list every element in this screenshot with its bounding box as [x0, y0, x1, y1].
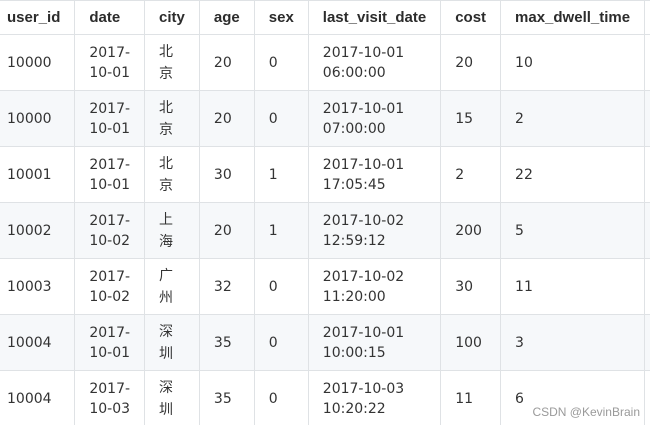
- cell-cost: 100: [440, 314, 502, 371]
- cell-cost: 2: [440, 146, 502, 203]
- cell-max-dwell-time: 11: [500, 258, 646, 315]
- cell-user-id: 10001: [0, 146, 76, 203]
- cell-sex: 0: [253, 314, 309, 371]
- cell-sex: 1: [253, 202, 309, 259]
- cell-last-visit-date: 2017-10-01 06:00:00: [307, 34, 442, 91]
- cell-age: 35: [198, 314, 255, 371]
- cell-user-id: 10004: [0, 370, 76, 425]
- cell-last-visit-date: 2017-10-01 10:00:15: [307, 314, 442, 371]
- cell-cost: 200: [440, 202, 502, 259]
- cell-city: 深 圳: [144, 370, 200, 425]
- cell-age: 20: [198, 202, 255, 259]
- cell-min-dwell-time: 11: [644, 258, 650, 315]
- cell-last-visit-date: 2017-10-02 12:59:12: [307, 202, 442, 259]
- cell-max-dwell-time: 5: [500, 202, 646, 259]
- column-header-max-dwell-time: max_dwell_time: [500, 0, 646, 35]
- cell-min-dwell-time: 5: [644, 202, 650, 259]
- cell-sex: 1: [253, 146, 309, 203]
- column-header-date: date: [74, 0, 146, 35]
- watermark: CSDN @KevinBrain: [532, 405, 640, 419]
- column-header-last-visit-date: last_visit_date: [307, 0, 442, 35]
- table-row: 10002 2017- 10-02 上 海 20 1 2017-10-02 12…: [0, 202, 650, 259]
- cell-min-dwell-time: 10: [644, 34, 650, 91]
- cell-date: 2017- 10-02: [74, 202, 146, 259]
- column-header-user-id: user_id: [0, 0, 76, 35]
- cell-city: 北 京: [144, 34, 200, 91]
- cell-sex: 0: [253, 34, 309, 91]
- cell-date: 2017- 10-02: [74, 258, 146, 315]
- cell-age: 20: [198, 90, 255, 147]
- cell-sex: 0: [253, 90, 309, 147]
- cell-user-id: 10004: [0, 314, 76, 371]
- cell-date: 2017- 10-03: [74, 370, 146, 425]
- cell-max-dwell-time: 3: [500, 314, 646, 371]
- cell-max-dwell-time: 22: [500, 146, 646, 203]
- cell-last-visit-date: 2017-10-02 11:20:00: [307, 258, 442, 315]
- cell-last-visit-date: 2017-10-03 10:20:22: [307, 370, 442, 425]
- data-table: user_id date city age sex last_visit_dat…: [0, 0, 650, 425]
- cell-last-visit-date: 2017-10-01 17:05:45: [307, 146, 442, 203]
- cell-age: 35: [198, 370, 255, 425]
- cell-city: 上 海: [144, 202, 200, 259]
- cell-min-dwell-time: 22: [644, 146, 650, 203]
- cell-age: 32: [198, 258, 255, 315]
- cell-user-id: 10000: [0, 90, 76, 147]
- cell-age: 30: [198, 146, 255, 203]
- column-header-sex: sex: [253, 0, 309, 35]
- cell-min-dwell-time: 3: [644, 314, 650, 371]
- table-row: 10001 2017- 10-01 北 京 30 1 2017-10-01 17…: [0, 146, 650, 203]
- cell-last-visit-date: 2017-10-01 07:00:00: [307, 90, 442, 147]
- cell-user-id: 10002: [0, 202, 76, 259]
- table-row: 10000 2017- 10-01 北 京 20 0 2017-10-01 07…: [0, 90, 650, 147]
- cell-min-dwell-time: 2: [644, 90, 650, 147]
- cell-date: 2017- 10-01: [74, 90, 146, 147]
- table-viewport: user_id date city age sex last_visit_dat…: [0, 0, 650, 425]
- cell-city: 深 圳: [144, 314, 200, 371]
- cell-user-id: 10003: [0, 258, 76, 315]
- table-row: 10000 2017- 10-01 北 京 20 0 2017-10-01 06…: [0, 34, 650, 91]
- cell-age: 20: [198, 34, 255, 91]
- column-header-min-dwell-time: min_dw: [644, 0, 650, 35]
- table-header-row: user_id date city age sex last_visit_dat…: [0, 0, 650, 35]
- column-header-city: city: [144, 0, 200, 35]
- table-row: 10003 2017- 10-02 广 州 32 0 2017-10-02 11…: [0, 258, 650, 315]
- column-header-cost: cost: [440, 0, 502, 35]
- cell-sex: 0: [253, 258, 309, 315]
- cell-city: 北 京: [144, 90, 200, 147]
- cell-date: 2017- 10-01: [74, 34, 146, 91]
- cell-city: 北 京: [144, 146, 200, 203]
- cell-cost: 15: [440, 90, 502, 147]
- cell-max-dwell-time: 10: [500, 34, 646, 91]
- cell-user-id: 10000: [0, 34, 76, 91]
- table-row: 10004 2017- 10-01 深 圳 35 0 2017-10-01 10…: [0, 314, 650, 371]
- column-header-age: age: [198, 0, 255, 35]
- cell-min-dwell-time: 6: [644, 370, 650, 425]
- cell-cost: 20: [440, 34, 502, 91]
- cell-city: 广 州: [144, 258, 200, 315]
- cell-date: 2017- 10-01: [74, 314, 146, 371]
- cell-cost: 11: [440, 370, 502, 425]
- cell-max-dwell-time: 2: [500, 90, 646, 147]
- cell-date: 2017- 10-01: [74, 146, 146, 203]
- cell-sex: 0: [253, 370, 309, 425]
- cell-cost: 30: [440, 258, 502, 315]
